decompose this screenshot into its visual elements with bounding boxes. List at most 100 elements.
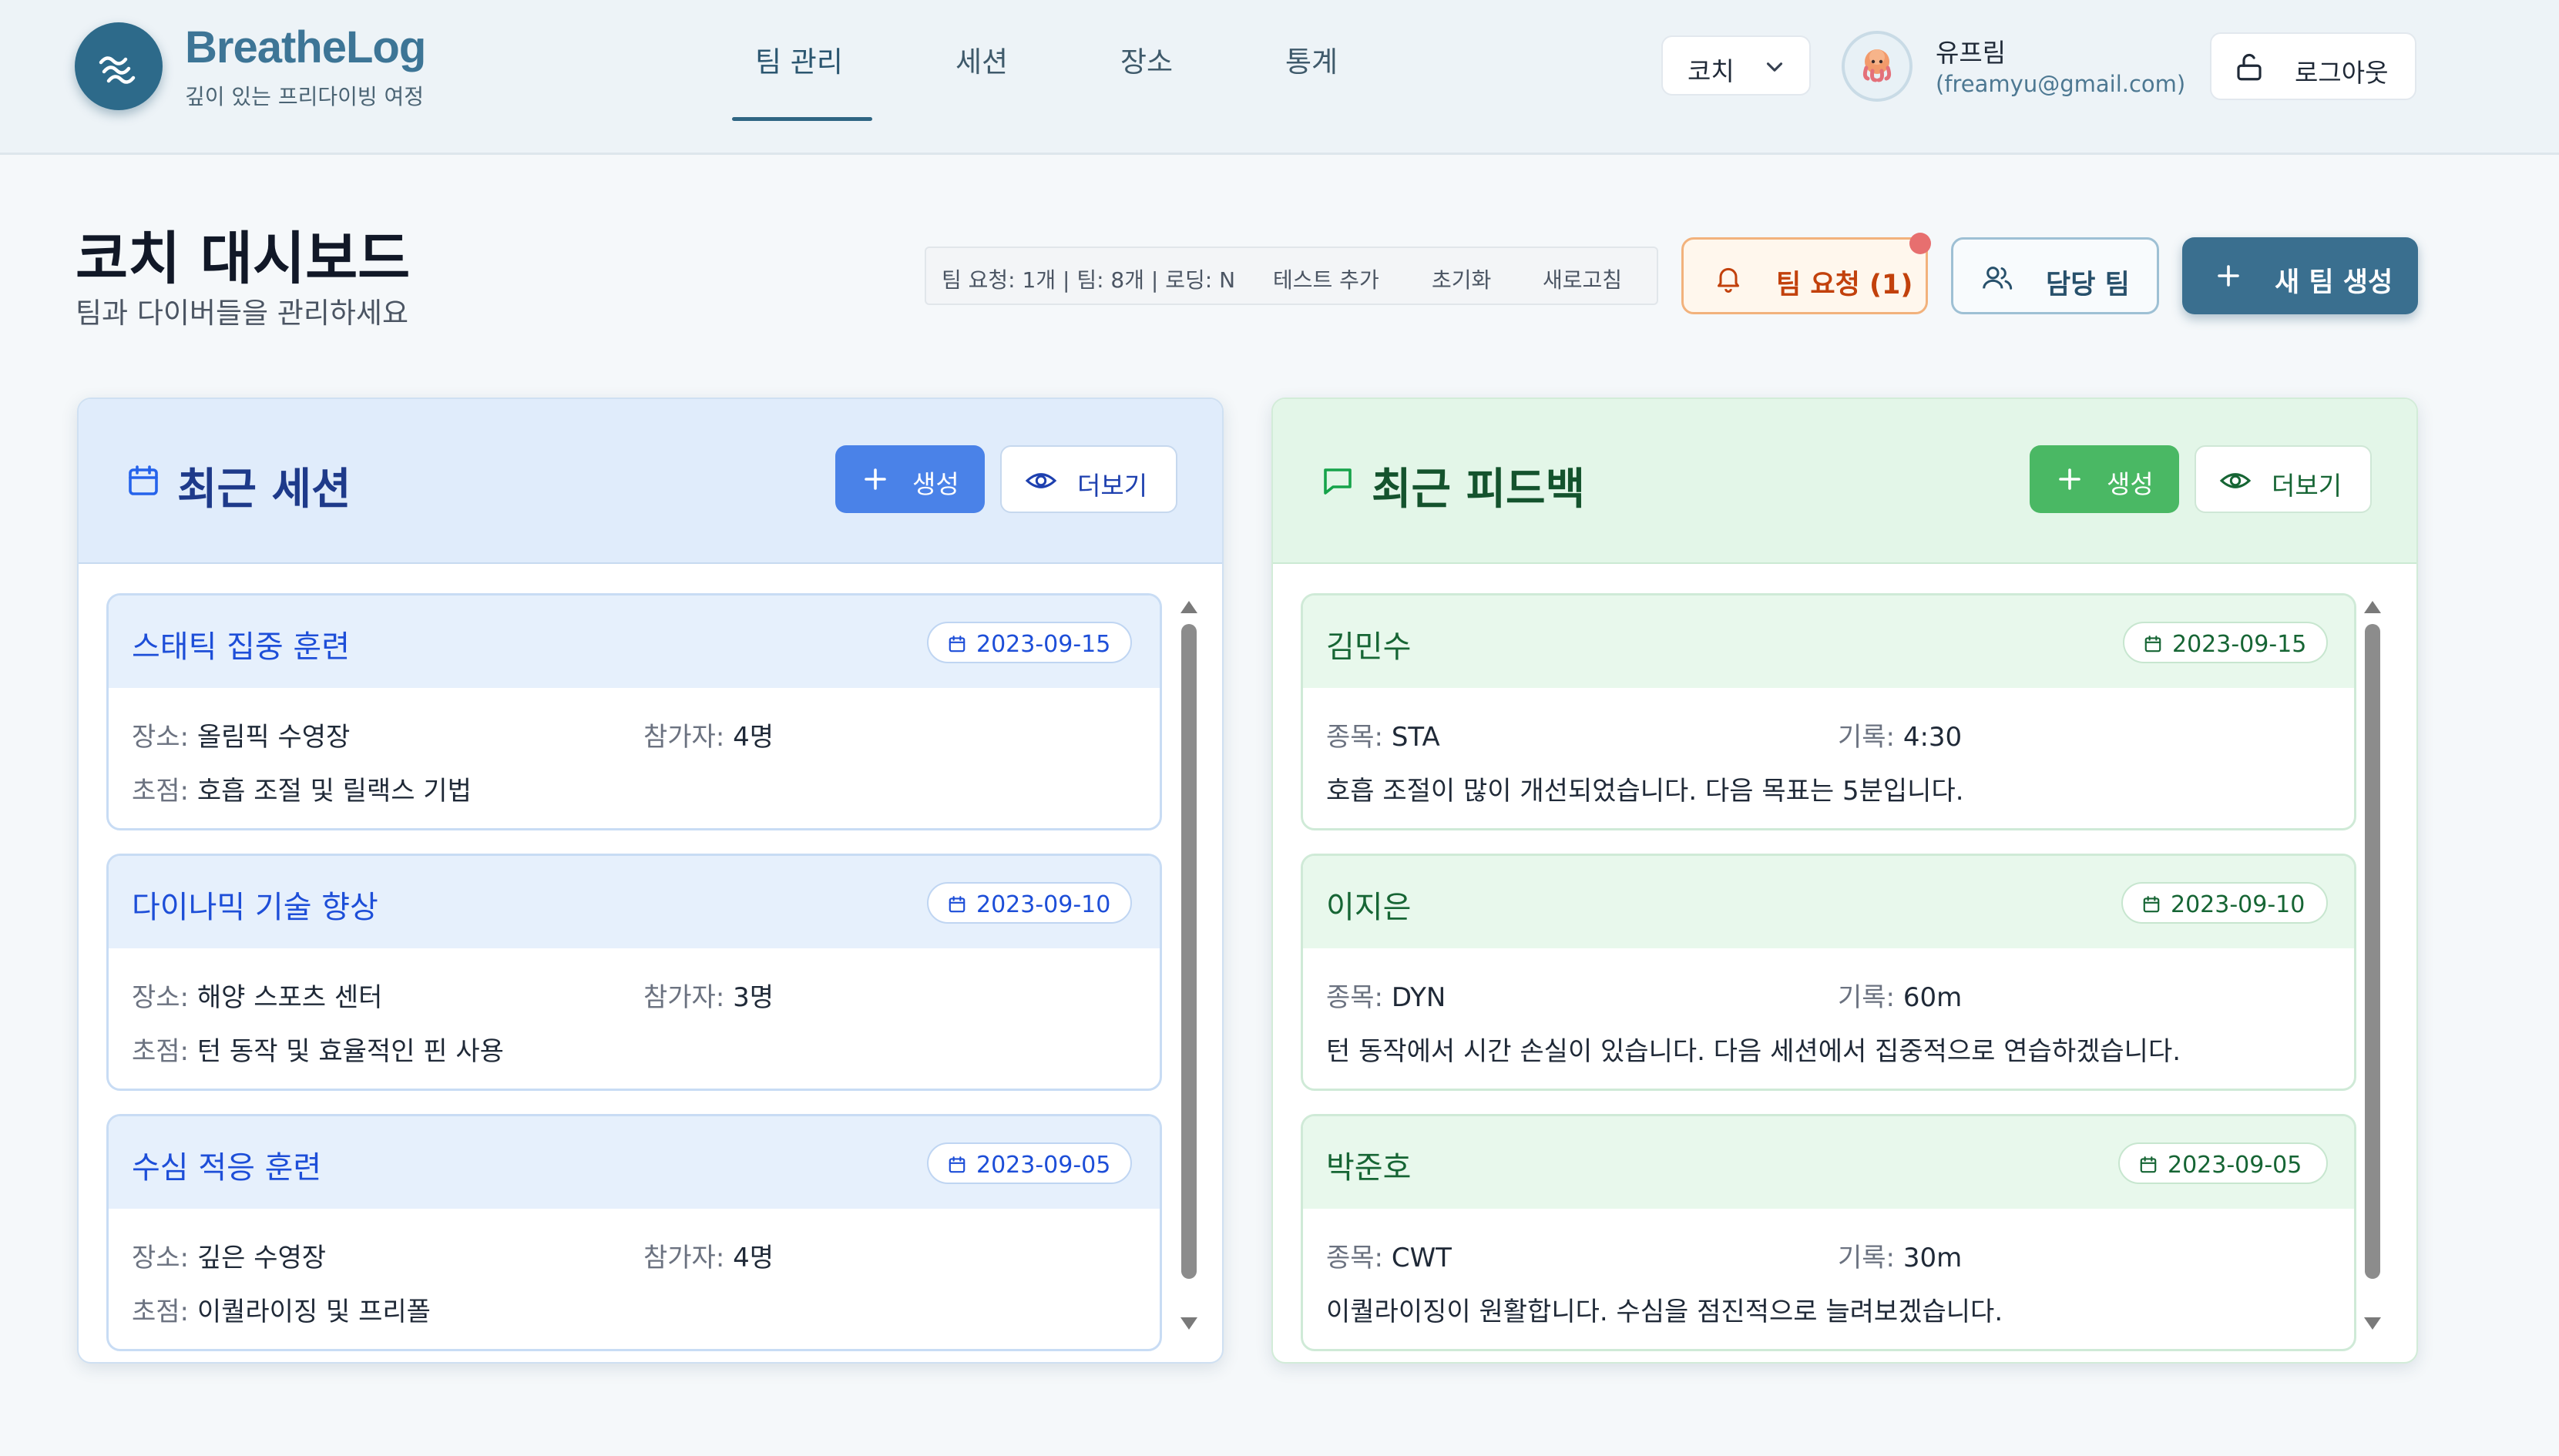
- nav-sessions[interactable]: 세션: [955, 43, 1008, 82]
- calendar-icon: [129, 465, 158, 495]
- discipline-key: 종목:: [1326, 1243, 1384, 1273]
- session-date: 2023-09-05: [976, 1152, 1111, 1179]
- diver-name[interactable]: 이지은: [1326, 882, 1411, 927]
- feedback-record: 4:30: [1902, 722, 1963, 753]
- session-focus-row: 초점: 턴 동작 및 효율적인 핀 사용: [132, 1030, 504, 1068]
- session-location: 올림픽 수영장: [196, 722, 351, 753]
- session-title[interactable]: 다이나믹 기술 향상: [132, 882, 378, 927]
- location-key: 장소:: [132, 982, 190, 1013]
- feedback-card[interactable]: 이지은 2023-09-10 종목: DYN 기록: 60m 턴 동작에서 시간…: [1301, 854, 2356, 1091]
- eye-icon: [2219, 473, 2252, 488]
- session-participants: 3명: [733, 982, 774, 1013]
- logout-button[interactable]: 로그아웃: [2210, 32, 2416, 100]
- new-team-button[interactable]: 새 팀 생성: [2182, 237, 2418, 314]
- debug-status: 팀 요청: 1개 | 팀: 8개 | 로딩: N: [942, 267, 1236, 293]
- feedback-discipline-row: 종목: STA: [1326, 716, 1440, 753]
- session-focus: 이퀄라이징 및 프리폴: [196, 1297, 431, 1327]
- page-title: 코치 대시보드: [76, 226, 411, 292]
- session-location: 해양 스포츠 센터: [196, 982, 383, 1013]
- focus-key: 초점:: [132, 1297, 190, 1327]
- nav-locations[interactable]: 장소: [1120, 43, 1173, 82]
- location-key: 장소:: [132, 1243, 190, 1273]
- participants-key: 참가자:: [643, 722, 725, 753]
- recent-feedback-panel: 최근 피드백 생성 더보기 김민수 2023-09-15 종목: STA 기록:…: [1271, 398, 2418, 1364]
- sessions-list[interactable]: 스태틱 집중 훈련 2023-09-15 장소: 올림픽 수영장 참가자: 4명…: [106, 593, 1162, 1362]
- more-sessions-button[interactable]: 더보기: [1000, 445, 1177, 513]
- team-requests-button[interactable]: 팀 요청 (1): [1681, 237, 1928, 314]
- my-teams-label: 담당 팀: [2046, 270, 2130, 300]
- feedback-record-row: 기록: 60m: [1838, 976, 1962, 1014]
- diver-name[interactable]: 박준호: [1326, 1142, 1411, 1187]
- session-participants: 4명: [733, 1243, 774, 1273]
- nav-team-management[interactable]: 팀 관리: [755, 43, 843, 82]
- plus-icon: [2218, 265, 2239, 287]
- feedback-comment: 턴 동작에서 시간 손실이 있습니다. 다음 세션에서 집중적으로 연습하겠습니…: [1326, 1036, 2181, 1067]
- session-focus-row: 초점: 호흡 조절 및 릴랙스 기법: [132, 770, 472, 807]
- feedback-card[interactable]: 김민수 2023-09-15 종목: STA 기록: 4:30 호흡 조절이 많…: [1301, 593, 2356, 830]
- date-badge: 2023-09-10: [2121, 882, 2328, 924]
- calendar-icon: [2143, 896, 2160, 913]
- feedback-scrollbar[interactable]: [2361, 601, 2384, 1333]
- feedback-record-row: 기록: 30m: [1838, 1236, 1962, 1274]
- plus-icon: [2059, 468, 2080, 490]
- session-title[interactable]: 스태틱 집중 훈련: [132, 622, 350, 666]
- session-title[interactable]: 수심 적응 훈련: [132, 1142, 321, 1187]
- participants-key: 참가자:: [643, 982, 725, 1013]
- feedback-card[interactable]: 박준호 2023-09-05 종목: CWT 기록: 30m 이퀄라이징이 원활…: [1301, 1114, 2356, 1351]
- session-card[interactable]: 스태틱 집중 훈련 2023-09-15 장소: 올림픽 수영장 참가자: 4명…: [106, 593, 1162, 830]
- debug-reset-button[interactable]: 초기화: [1432, 263, 1491, 294]
- create-feedback-label: 생성: [2107, 469, 2154, 499]
- debug-toolbar: 팀 요청: 1개 | 팀: 8개 | 로딩: N 테스트 추가 초기화 새로고침: [925, 247, 1658, 305]
- session-card-header: 다이나믹 기술 향상 2023-09-10: [109, 856, 1160, 948]
- feedback-discipline: CWT: [1391, 1243, 1452, 1273]
- scroll-down-arrow[interactable]: [2364, 1317, 2381, 1330]
- recent-sessions-title: 최근 세션: [177, 465, 351, 515]
- date-badge: 2023-09-05: [2118, 1142, 2328, 1184]
- feedback-list[interactable]: 김민수 2023-09-15 종목: STA 기록: 4:30 호흡 조절이 많…: [1301, 593, 2356, 1362]
- feedback-record: 30m: [1902, 1243, 1963, 1273]
- calendar-icon: [949, 1156, 966, 1173]
- octopus-avatar-icon: [1862, 49, 1892, 82]
- session-card-header: 스태틱 집중 훈련 2023-09-15: [109, 595, 1160, 688]
- feedback-discipline: DYN: [1391, 982, 1446, 1013]
- feedback-card-header: 김민수 2023-09-15: [1303, 595, 2354, 688]
- session-participants-row: 참가자: 4명: [643, 1236, 774, 1274]
- recent-feedback-title: 최근 피드백: [1372, 465, 1586, 515]
- feedback-date: 2023-09-05: [2168, 1152, 2302, 1179]
- scroll-thumb[interactable]: [1181, 624, 1197, 1279]
- feedback-comment: 호흡 조절이 많이 개선되었습니다. 다음 목표는 5분입니다.: [1326, 776, 1964, 807]
- sessions-scrollbar[interactable]: [1177, 601, 1201, 1333]
- brand-name[interactable]: BreatheLog: [185, 22, 426, 73]
- session-focus-row: 초점: 이퀄라이징 및 프리폴: [132, 1290, 431, 1328]
- chevron-down-icon: [1766, 62, 1783, 72]
- feedback-comment: 이퀄라이징이 원활합니다. 수심을 점진적으로 늘려보겠습니다.: [1326, 1297, 2003, 1327]
- new-team-label: 새 팀 생성: [2275, 267, 2393, 298]
- scroll-down-arrow[interactable]: [1180, 1317, 1197, 1330]
- session-card[interactable]: 다이나믹 기술 향상 2023-09-10 장소: 해양 스포츠 센터 참가자:…: [106, 854, 1162, 1091]
- role-select[interactable]: 코치: [1661, 35, 1811, 96]
- calendar-icon: [2144, 636, 2161, 653]
- avatar[interactable]: [1842, 31, 1913, 102]
- feedback-card-header: 이지은 2023-09-10: [1303, 856, 2354, 948]
- feedback-card-header: 박준호 2023-09-05: [1303, 1116, 2354, 1209]
- nav-statistics[interactable]: 통계: [1285, 43, 1338, 82]
- scroll-up-arrow[interactable]: [1180, 601, 1197, 613]
- more-feedback-button[interactable]: 더보기: [2195, 445, 2372, 513]
- message-icon: [1324, 468, 1352, 495]
- diver-name[interactable]: 김민수: [1326, 622, 1411, 666]
- session-date: 2023-09-15: [976, 631, 1111, 658]
- session-card[interactable]: 수심 적응 훈련 2023-09-05 장소: 깊은 수영장 참가자: 4명 초…: [106, 1114, 1162, 1351]
- debug-refresh-button[interactable]: 새로고침: [1543, 263, 1622, 294]
- create-feedback-button[interactable]: 생성: [2030, 445, 2179, 513]
- session-participants-row: 참가자: 3명: [643, 976, 774, 1014]
- session-location-row: 장소: 깊은 수영장: [132, 1236, 326, 1274]
- logo-wave-icon[interactable]: [75, 22, 163, 110]
- create-session-button[interactable]: 생성: [835, 445, 985, 513]
- scroll-thumb[interactable]: [2365, 624, 2380, 1279]
- scroll-up-arrow[interactable]: [2364, 601, 2381, 613]
- my-teams-button[interactable]: 담당 팀: [1951, 237, 2159, 314]
- calendar-icon: [949, 896, 966, 913]
- nav-active-indicator: [732, 117, 872, 121]
- feedback-record: 60m: [1902, 982, 1963, 1013]
- debug-add-test-button[interactable]: 테스트 추가: [1273, 263, 1379, 294]
